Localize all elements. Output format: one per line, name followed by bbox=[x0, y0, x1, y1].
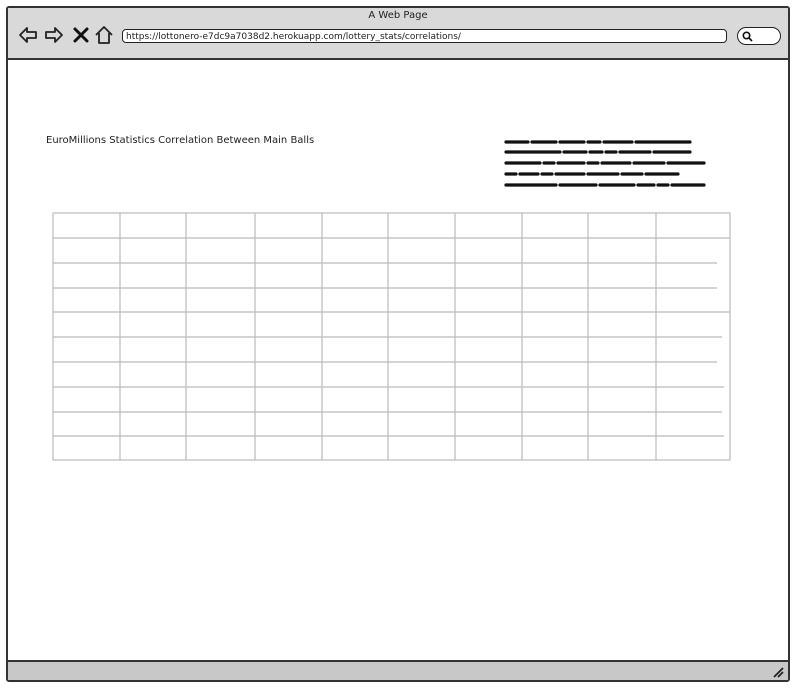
browser-titlebar: A Web Page https://lottonero-e7dc9a7038d… bbox=[8, 8, 788, 60]
home-icon[interactable] bbox=[94, 25, 114, 45]
resize-grip-icon[interactable] bbox=[770, 664, 784, 678]
search-icon bbox=[742, 31, 753, 42]
status-bar bbox=[8, 660, 788, 680]
browser-window: A Web Page https://lottonero-e7dc9a7038d… bbox=[6, 6, 790, 682]
back-arrow-icon[interactable] bbox=[18, 25, 38, 45]
address-bar[interactable]: https://lottonero-e7dc9a7038d2.herokuapp… bbox=[122, 29, 727, 43]
page-content: EuroMillions Statistics Correlation Betw… bbox=[8, 60, 788, 660]
close-icon[interactable] bbox=[71, 25, 91, 45]
scribbled-paragraph bbox=[504, 139, 714, 195]
search-button[interactable] bbox=[737, 27, 781, 45]
correlation-table bbox=[52, 212, 732, 462]
window-title: A Web Page bbox=[368, 10, 428, 21]
page-title: EuroMillions Statistics Correlation Betw… bbox=[46, 135, 315, 146]
forward-arrow-icon[interactable] bbox=[44, 25, 64, 45]
